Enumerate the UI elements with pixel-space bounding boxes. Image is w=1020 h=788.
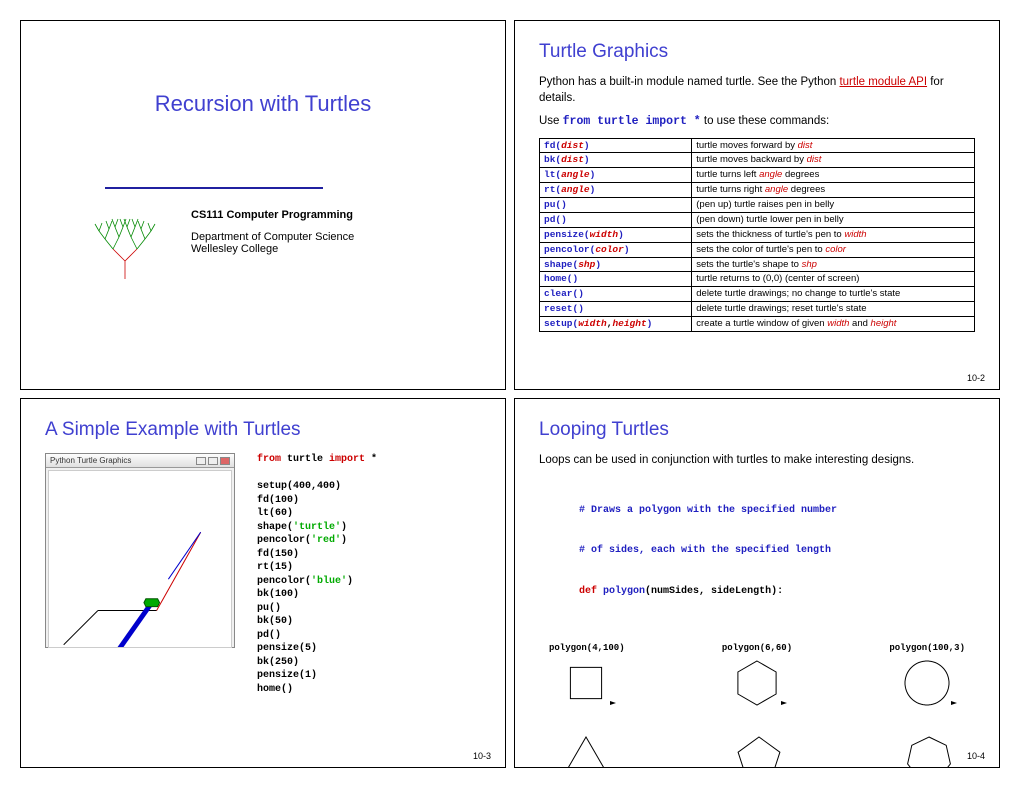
turtle-canvas bbox=[48, 470, 232, 648]
api-link[interactable]: turtle module API bbox=[839, 76, 927, 88]
window-titlebar: Python Turtle Graphics bbox=[46, 454, 234, 468]
divider bbox=[105, 187, 323, 189]
turtle-window: Python Turtle Graphics bbox=[45, 453, 235, 648]
slide-3: A Simple Example with Turtles Python Tur… bbox=[20, 398, 506, 768]
comment2: # of sides, each with the specified leng… bbox=[579, 544, 975, 558]
slide-grid: Recursion with Turtles bbox=[20, 20, 1000, 768]
slide4-body: Loops can be used in conjunction with tu… bbox=[539, 453, 975, 469]
code-listing: from turtle import * setup(400,400)fd(10… bbox=[257, 453, 481, 696]
polygon-row-bot: polygon(3,100)polygon(5,75)polygon(7,50) bbox=[539, 729, 975, 768]
comment1: # Draws a polygon with the specified num… bbox=[579, 504, 975, 518]
slide-num: 10-4 bbox=[967, 751, 985, 761]
slide-num: 10-3 bbox=[473, 751, 491, 761]
window-title: Python Turtle Graphics bbox=[50, 456, 131, 465]
slide-2: Turtle Graphics Python has a built-in mo… bbox=[514, 20, 1000, 390]
college: Wellesley College bbox=[191, 243, 354, 255]
slide-4: Looping Turtles Loops can be used in con… bbox=[514, 398, 1000, 768]
use-code: from turtle import * bbox=[563, 115, 701, 128]
polygon-row-top: polygon(4,100)polygon(6,60)polygon(100,3… bbox=[539, 641, 975, 713]
slide-1: Recursion with Turtles bbox=[20, 20, 506, 390]
course-name: CS111 Computer Programming bbox=[191, 209, 354, 221]
tree-icon bbox=[75, 209, 175, 279]
dept: Department of Computer Science bbox=[191, 231, 354, 243]
use-prefix: Use bbox=[539, 115, 563, 127]
course-text: CS111 Computer Programming Department of… bbox=[191, 209, 354, 255]
slide2-use: Use from turtle import * to use these co… bbox=[539, 114, 975, 130]
slide1-title: Recursion with Turtles bbox=[45, 91, 481, 117]
slide2-title: Turtle Graphics bbox=[539, 41, 975, 63]
slide3-title: A Simple Example with Turtles bbox=[45, 419, 481, 441]
course-info: CS111 Computer Programming Department of… bbox=[75, 209, 481, 279]
slide-num: 10-2 bbox=[967, 373, 985, 383]
use-suffix: to use these commands: bbox=[701, 115, 829, 127]
command-table: fd(dist)turtle moves forward by distbk(d… bbox=[539, 138, 975, 332]
slide2-intro: Python has a built-in module named turtl… bbox=[539, 75, 975, 106]
slide4-code: # Draws a polygon with the specified num… bbox=[579, 477, 975, 626]
window-buttons bbox=[196, 457, 230, 465]
def-line: def polygon(numSides, sideLength): bbox=[579, 585, 975, 599]
intro-text: Python has a built-in module named turtl… bbox=[539, 76, 839, 88]
slide4-title: Looping Turtles bbox=[539, 419, 975, 441]
